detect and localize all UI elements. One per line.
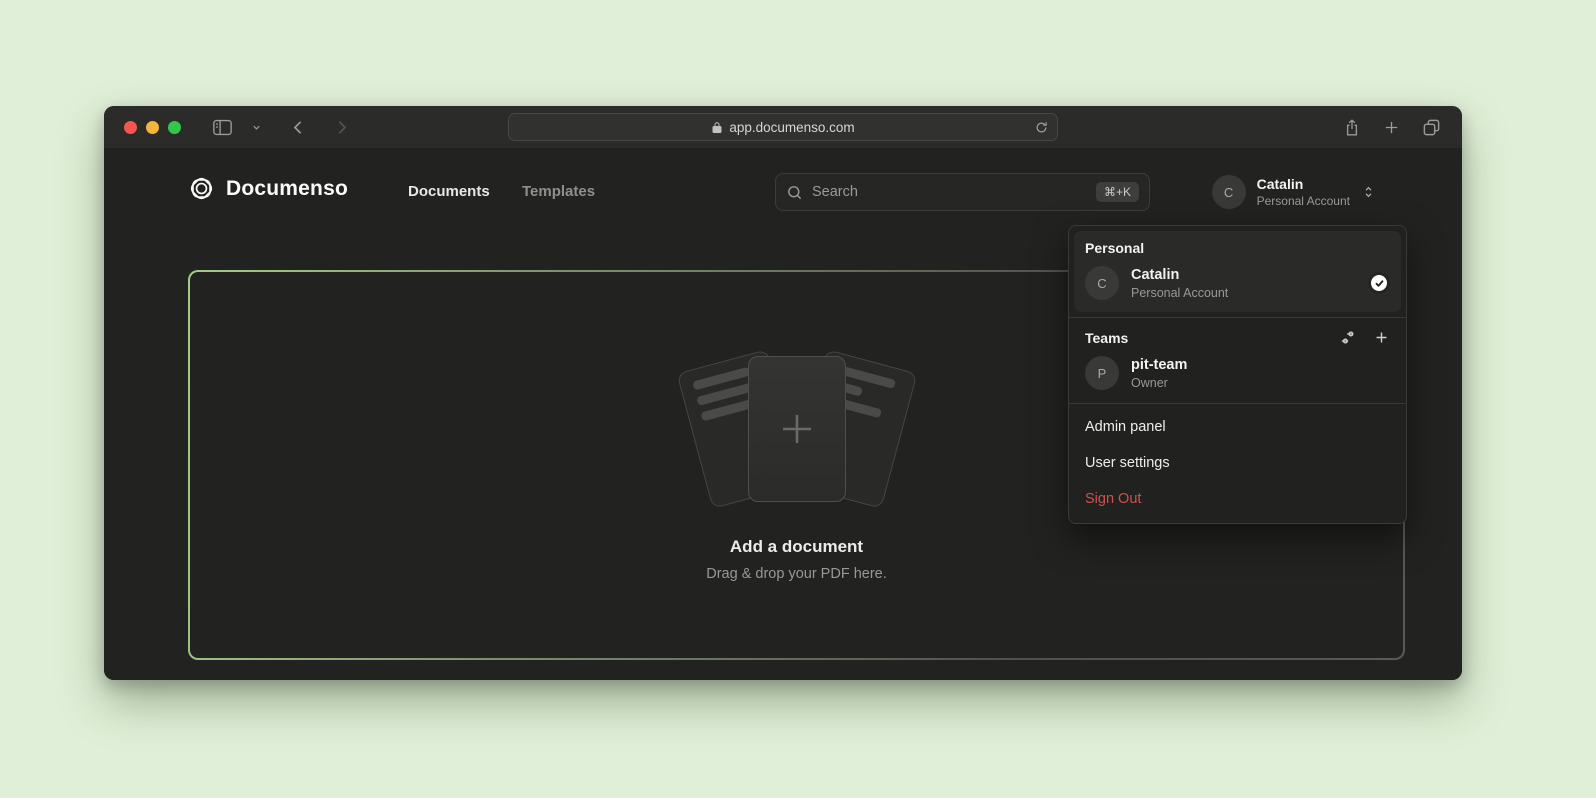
personal-account-subtitle: Personal Account bbox=[1131, 286, 1228, 300]
browser-window: app.documenso.com bbox=[104, 106, 1462, 680]
search-shortcut-badge: ⌘+K bbox=[1096, 182, 1139, 202]
search-input[interactable] bbox=[812, 184, 1096, 200]
search-bar[interactable]: ⌘+K bbox=[775, 173, 1150, 211]
brand[interactable]: Documenso bbox=[188, 175, 348, 202]
search-icon bbox=[786, 184, 803, 201]
personal-section[interactable]: Personal C Catalin Personal Account bbox=[1074, 231, 1401, 312]
team-row[interactable]: P pit-team Owner bbox=[1085, 356, 1390, 390]
close-window-button[interactable] bbox=[124, 121, 137, 134]
address-bar[interactable]: app.documenso.com bbox=[508, 113, 1058, 141]
reload-icon[interactable] bbox=[1034, 120, 1049, 135]
menu-item-sign-out[interactable]: Sign Out bbox=[1069, 481, 1406, 517]
account-name: Catalin bbox=[1257, 176, 1350, 192]
documenso-logo-icon bbox=[188, 175, 215, 202]
tab-overview-icon[interactable] bbox=[1413, 118, 1450, 137]
brand-name: Documenso bbox=[226, 177, 348, 201]
teams-section: Teams P bbox=[1069, 318, 1406, 403]
document-stack-illustration bbox=[682, 349, 912, 509]
dropzone-title: Add a document bbox=[730, 537, 863, 557]
add-team-icon[interactable] bbox=[1373, 329, 1390, 346]
menu-item-user-settings[interactable]: User settings bbox=[1069, 445, 1406, 481]
personal-section-header: Personal bbox=[1085, 240, 1390, 256]
back-icon[interactable] bbox=[281, 119, 316, 136]
personal-account-avatar: C bbox=[1085, 266, 1119, 300]
menu-item-admin-panel[interactable]: Admin panel bbox=[1069, 409, 1406, 445]
account-dropdown-menu: Personal C Catalin Personal Account bbox=[1068, 225, 1407, 524]
chevron-down-icon[interactable] bbox=[242, 122, 271, 133]
zoom-window-button[interactable] bbox=[168, 121, 181, 134]
account-menu-button[interactable]: C Catalin Personal Account bbox=[1212, 172, 1376, 212]
team-avatar: P bbox=[1085, 356, 1119, 390]
manage-teams-icon[interactable] bbox=[1339, 329, 1356, 346]
documenso-app: Documenso Documents Templates ⌘+K C Cata… bbox=[104, 148, 1462, 680]
chevron-updown-icon bbox=[1361, 184, 1376, 200]
sidebar-icon[interactable] bbox=[203, 118, 242, 137]
address-text: app.documenso.com bbox=[729, 120, 854, 135]
new-tab-icon[interactable] bbox=[1374, 119, 1409, 136]
minimize-window-button[interactable] bbox=[146, 121, 159, 134]
add-plus-icon bbox=[773, 405, 821, 453]
app-header: Documenso Documents Templates ⌘+K C Cata… bbox=[104, 148, 1462, 236]
browser-titlebar: app.documenso.com bbox=[104, 106, 1462, 148]
personal-account-name: Catalin bbox=[1131, 267, 1228, 283]
document-card-center bbox=[748, 356, 846, 502]
nav-documents[interactable]: Documents bbox=[408, 183, 490, 200]
team-role: Owner bbox=[1131, 376, 1187, 390]
account-avatar: C bbox=[1212, 175, 1246, 209]
lock-icon bbox=[711, 121, 723, 134]
personal-account-row[interactable]: C Catalin Personal Account bbox=[1085, 266, 1390, 300]
traffic-lights bbox=[124, 121, 181, 134]
teams-section-header: Teams bbox=[1085, 330, 1128, 346]
nav-templates[interactable]: Templates bbox=[522, 183, 595, 200]
share-icon[interactable] bbox=[1334, 118, 1370, 137]
account-subtitle: Personal Account bbox=[1257, 194, 1350, 208]
forward-icon[interactable] bbox=[324, 119, 359, 136]
dropzone-subtitle: Drag & drop your PDF here. bbox=[706, 566, 887, 582]
team-name: pit-team bbox=[1131, 357, 1187, 373]
selected-check-icon bbox=[1368, 272, 1390, 294]
